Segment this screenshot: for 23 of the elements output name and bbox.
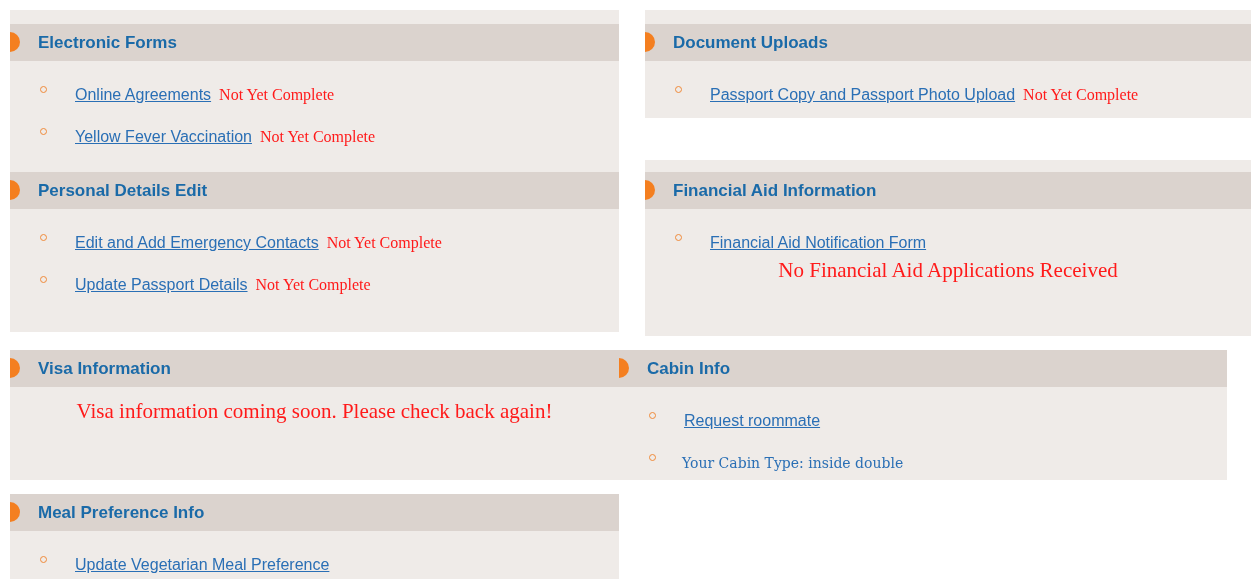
section-title: Personal Details Edit bbox=[38, 180, 208, 201]
form-link[interactable]: Yellow Fever Vaccination bbox=[75, 128, 252, 146]
form-link[interactable]: Update Passport Details bbox=[75, 276, 248, 294]
form-link[interactable]: Edit and Add Emergency Contacts bbox=[75, 234, 319, 252]
notice-text: Visa information coming soon. Please check back again! bbox=[75, 398, 554, 424]
section-title: Document Uploads bbox=[673, 32, 828, 53]
status-text: Not Yet Complete bbox=[260, 128, 376, 146]
cabin-type-text: Your Cabin Type: inside double bbox=[682, 455, 904, 471]
section-title: Visa Information bbox=[38, 358, 171, 379]
status-text: Not Yet Complete bbox=[219, 86, 335, 104]
notice-text: No Financial Aid Applications Received bbox=[777, 257, 1119, 283]
status-text: Not Yet Complete bbox=[326, 234, 442, 252]
form-link[interactable]: Request roommate bbox=[684, 412, 821, 430]
form-link[interactable]: Passport Copy and Passport Photo Upload bbox=[710, 86, 1016, 104]
section-title: Electronic Forms bbox=[38, 32, 177, 53]
form-link[interactable]: Update Vegetarian Meal Preference bbox=[75, 556, 330, 574]
form-link[interactable]: Online Agreements bbox=[75, 86, 212, 104]
section-title: Meal Preference Info bbox=[38, 502, 205, 523]
status-text: Not Yet Complete bbox=[1023, 86, 1139, 104]
section-title: Cabin Info bbox=[647, 358, 731, 379]
status-text: Not Yet Complete bbox=[255, 276, 371, 294]
form-link[interactable]: Financial Aid Notification Form bbox=[710, 234, 927, 252]
section-title: Financial Aid Information bbox=[673, 180, 877, 201]
